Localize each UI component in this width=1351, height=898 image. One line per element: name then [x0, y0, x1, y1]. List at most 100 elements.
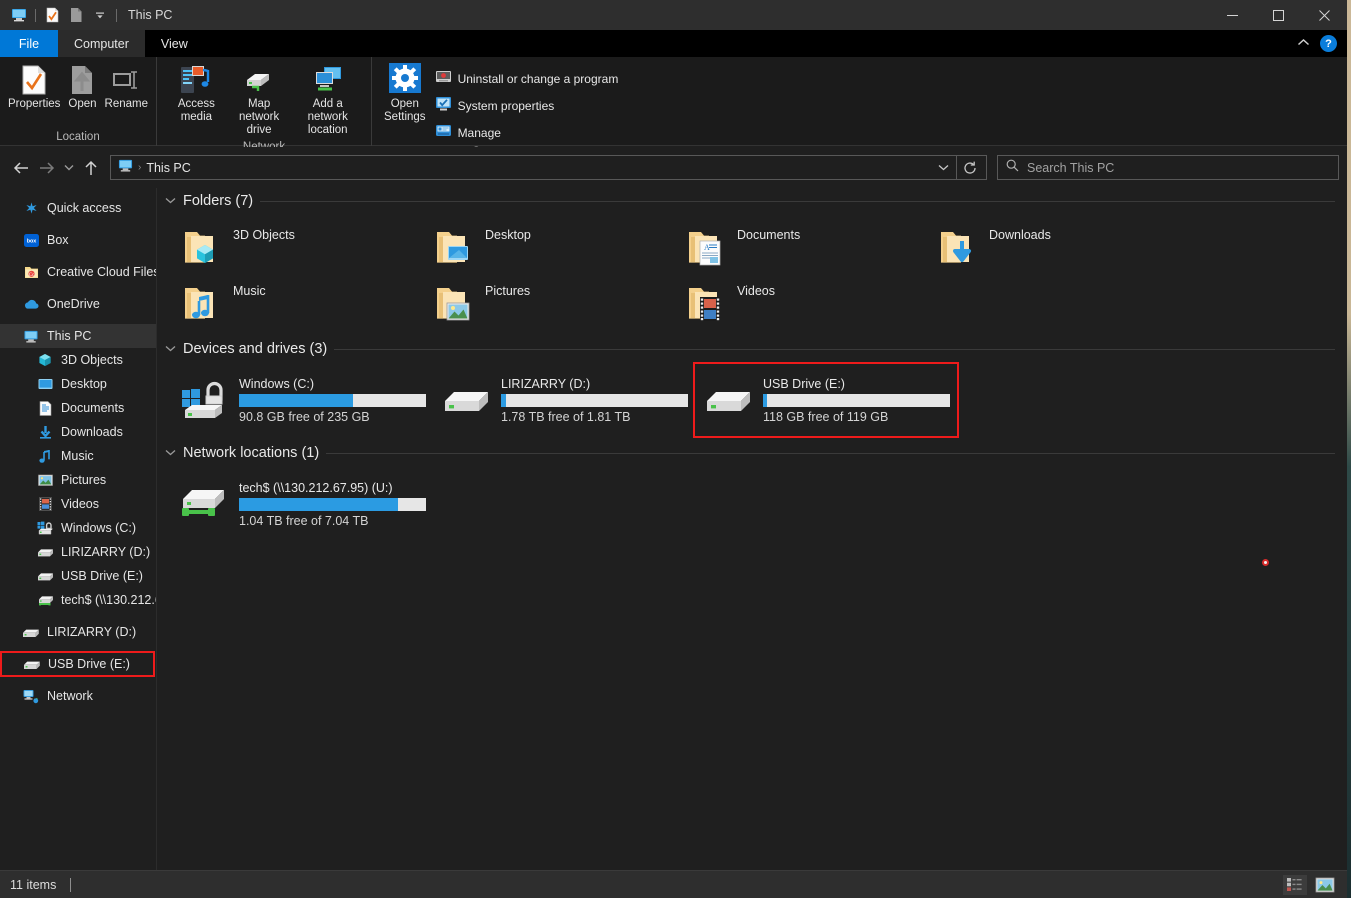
details-view-icon[interactable]: [1283, 874, 1307, 895]
sidebar-item-3d-objects[interactable]: 3D Objects: [0, 348, 156, 372]
list-item[interactable]: Videos: [675, 274, 927, 330]
properties-icon: [21, 64, 47, 96]
this-pc-icon[interactable]: [8, 4, 30, 26]
folder-downloads-icon: [937, 223, 979, 269]
cursor-marker: [1262, 559, 1269, 566]
open-button[interactable]: Open: [62, 61, 102, 114]
collapse-ribbon-icon[interactable]: [1297, 38, 1310, 50]
list-item[interactable]: Pictures: [423, 274, 675, 330]
sidebar-item-onedrive[interactable]: OneDrive: [0, 292, 156, 316]
status-bar: 11 items: [0, 870, 1347, 898]
drive-info: LIRIZARRY (D:) 1.78 TB free of 1.81 TB: [501, 377, 688, 424]
onedrive-cloud-icon: [22, 298, 40, 310]
refresh-icon[interactable]: [956, 156, 982, 179]
forward-button[interactable]: [34, 154, 60, 182]
close-button[interactable]: [1301, 0, 1347, 30]
large-icons-view-icon[interactable]: [1313, 875, 1337, 895]
open-label: Open: [68, 98, 97, 110]
drive-free-space: 90.8 GB free of 235 GB: [239, 409, 370, 424]
chevron-down-icon[interactable]: [165, 343, 176, 355]
drive-info: tech$ (\\130.212.67.95) (U:) 1.04 TB fre…: [239, 481, 426, 528]
box-icon: box: [22, 233, 40, 248]
list-item[interactable]: Music: [171, 274, 423, 330]
group-header-devices[interactable]: Devices and drives (3): [157, 336, 1347, 362]
status-divider: [70, 877, 72, 892]
sidebar-item-windows-c[interactable]: Windows (C:): [0, 516, 156, 540]
uninstall-program-button[interactable]: Uninstall or change a program: [432, 67, 622, 91]
help-icon[interactable]: ?: [1320, 35, 1337, 52]
system-properties-button[interactable]: System properties: [432, 94, 622, 118]
manage-button[interactable]: Manage: [432, 121, 622, 145]
list-item-label: Pictures: [485, 284, 531, 298]
tab-file[interactable]: File: [0, 30, 58, 57]
recent-locations-button[interactable]: [60, 154, 78, 182]
drive-item-tech-network[interactable]: tech$ (\\130.212.67.95) (U:) 1.04 TB fre…: [171, 468, 433, 540]
sidebar-item-box[interactable]: box Box: [0, 228, 156, 252]
drive-item-lirizarry-d[interactable]: LIRIZARRY (D:) 1.78 TB free of 1.81 TB: [433, 364, 695, 436]
minimize-button[interactable]: [1209, 0, 1255, 30]
tab-computer[interactable]: Computer: [58, 30, 145, 57]
up-button[interactable]: [78, 154, 104, 182]
address-field[interactable]: › This PC: [110, 155, 987, 180]
list-item[interactable]: A Documents: [675, 218, 927, 274]
sidebar-item-tech-network-drive[interactable]: tech$ (\\130.212.67.: [0, 588, 156, 612]
navigation-pane[interactable]: Quick access box Box Cc Creative Cloud F…: [0, 188, 157, 870]
sidebar-item-creative-cloud-files[interactable]: Cc Creative Cloud Files: [0, 260, 156, 284]
search-input[interactable]: Search This PC: [997, 155, 1339, 180]
address-dropdown-icon[interactable]: [930, 156, 956, 179]
network-locations-grid: tech$ (\\130.212.67.95) (U:) 1.04 TB fre…: [157, 466, 1347, 544]
sidebar-item-usb-drive-e-child[interactable]: USB Drive (E:): [0, 564, 156, 588]
properties-icon[interactable]: [41, 4, 63, 26]
sidebar-item-downloads[interactable]: Downloads: [0, 420, 156, 444]
sidebar-item-quick-access[interactable]: Quick access: [0, 196, 156, 220]
sidebar-item-network[interactable]: Network: [0, 684, 156, 708]
add-network-location-button[interactable]: Add a network location: [291, 61, 366, 140]
open-settings-button[interactable]: Open Settings: [382, 61, 428, 127]
breadcrumb-this-pc-icon[interactable]: [118, 158, 133, 178]
desktop-edge: [1347, 0, 1351, 898]
uninstall-program-label: Uninstall or change a program: [457, 72, 619, 86]
breadcrumb-separator[interactable]: ›: [138, 162, 141, 173]
tab-view[interactable]: View: [145, 30, 204, 57]
sidebar-item-pictures[interactable]: Pictures: [0, 468, 156, 492]
chevron-down-icon[interactable]: [165, 195, 176, 207]
search-placeholder: Search This PC: [1027, 160, 1115, 175]
group-header-folders[interactable]: Folders (7): [157, 188, 1347, 214]
group-title-network-locations: Network locations (1): [183, 445, 320, 461]
sidebar-item-desktop[interactable]: Desktop: [0, 372, 156, 396]
open-icon[interactable]: [65, 4, 87, 26]
drive-icon: [22, 626, 40, 639]
list-item[interactable]: Downloads: [927, 218, 1179, 274]
window-title: This PC: [128, 8, 173, 22]
drive-item-usb-drive-e[interactable]: USB Drive (E:) 118 GB free of 119 GB: [693, 362, 959, 438]
map-network-drive-button[interactable]: Map network drive: [228, 61, 291, 140]
drive-icon: [23, 658, 41, 671]
ribbon-right-controls: ?: [1297, 30, 1347, 57]
search-icon: [1006, 159, 1019, 177]
sidebar-label: Quick access: [47, 201, 122, 215]
list-item[interactable]: Desktop: [423, 218, 675, 274]
sidebar-item-usb-drive-e[interactable]: USB Drive (E:): [0, 651, 155, 677]
sidebar-item-documents[interactable]: Documents: [0, 396, 156, 420]
rename-button[interactable]: Rename: [103, 61, 150, 114]
rename-label: Rename: [104, 98, 148, 110]
properties-button[interactable]: Properties: [6, 61, 62, 114]
sidebar-item-lirizarry-d[interactable]: LIRIZARRY (D:): [0, 620, 156, 644]
list-item[interactable]: 3D Objects: [171, 218, 423, 274]
back-button[interactable]: [8, 154, 34, 182]
customize-dropdown-icon[interactable]: [89, 4, 111, 26]
group-rule: [326, 452, 1335, 454]
sidebar-item-lirizarry-d-child[interactable]: LIRIZARRY (D:): [0, 540, 156, 564]
sidebar-item-music[interactable]: Music: [0, 444, 156, 468]
breadcrumb[interactable]: This PC: [146, 161, 190, 175]
group-header-network-locations[interactable]: Network locations (1): [157, 440, 1347, 466]
sidebar-item-videos[interactable]: Videos: [0, 492, 156, 516]
chevron-down-icon[interactable]: [165, 447, 176, 459]
access-media-icon: [179, 64, 213, 96]
maximize-button[interactable]: [1255, 0, 1301, 30]
access-media-button[interactable]: Access media: [165, 61, 228, 127]
drive-item-windows-c[interactable]: Windows (C:) 90.8 GB free of 235 GB: [171, 364, 433, 436]
sidebar-item-this-pc[interactable]: This PC: [0, 324, 156, 348]
content-pane[interactable]: Folders (7) 3D Objects Desktop A Documen…: [157, 188, 1347, 870]
uninstall-program-icon: [435, 68, 452, 90]
